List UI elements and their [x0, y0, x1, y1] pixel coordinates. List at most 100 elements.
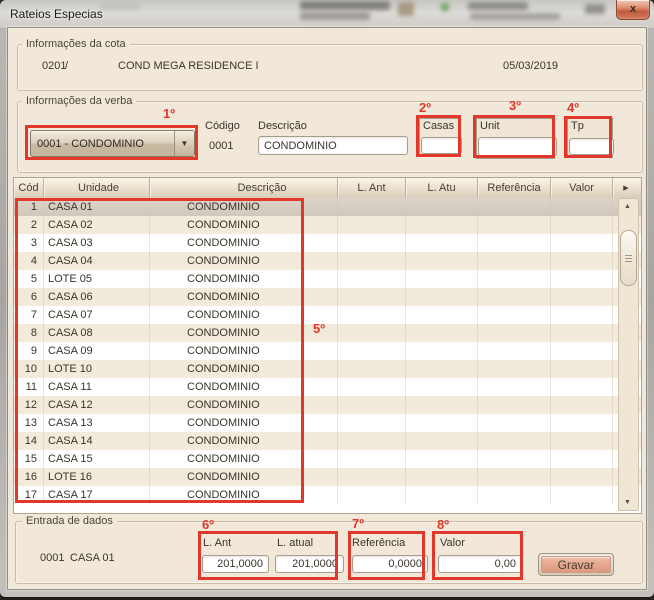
cell-valor: [551, 216, 613, 234]
valor-label: Valor: [440, 537, 465, 549]
cell-l_ant: [338, 306, 406, 324]
gravar-button[interactable]: Gravar: [538, 553, 614, 576]
l-ant-field[interactable]: 201,0000: [202, 555, 269, 573]
table-row[interactable]: 17CASA 17CONDOMINIO: [14, 486, 641, 504]
background-smudge: [398, 2, 414, 16]
chevron-down-icon[interactable]: ▼: [174, 131, 194, 156]
unit-field[interactable]: [478, 137, 557, 156]
cell-valor: [551, 270, 613, 288]
cell-unidade: CASA 09: [44, 342, 150, 360]
cell-l_atu: [406, 198, 478, 216]
cell-cod: 17: [14, 486, 44, 504]
column-header-refer-ncia[interactable]: Referência: [478, 178, 551, 198]
table-row[interactable]: 13CASA 13CONDOMINIO: [14, 414, 641, 432]
referencia-field[interactable]: 0,0000: [352, 555, 428, 573]
descricao-label: Descrição: [258, 120, 307, 132]
cell-descricao: CONDOMINIO: [150, 324, 338, 342]
casas-label: Casas: [420, 119, 459, 133]
table-row[interactable]: 7CASA 07CONDOMINIO: [14, 306, 641, 324]
table-row[interactable]: 1CASA 01CONDOMINIO: [14, 198, 641, 216]
cell-descricao: CONDOMINIO: [150, 216, 338, 234]
cell-unidade: LOTE 05: [44, 270, 150, 288]
cell-l_atu: [406, 486, 478, 504]
cell-cod: 1: [14, 198, 44, 216]
codigo-value: 0001: [209, 140, 233, 152]
cell-unidade: CASA 06: [44, 288, 150, 306]
annotation-label-7: 7º: [352, 516, 364, 531]
cota-separator: /: [65, 60, 68, 72]
cell-l_ant: [338, 252, 406, 270]
column-header-l-atu[interactable]: L. Atu: [406, 178, 478, 198]
table-row[interactable]: 9CASA 09CONDOMINIO: [14, 342, 641, 360]
cell-descricao: CONDOMINIO: [150, 198, 338, 216]
cell-unidade: CASA 14: [44, 432, 150, 450]
group-verba-label: Informações da verba: [22, 95, 136, 107]
cell-unidade: CASA 03: [44, 234, 150, 252]
table-row[interactable]: 4CASA 04CONDOMINIO: [14, 252, 641, 270]
descricao-field[interactable]: CONDOMINIO: [258, 136, 408, 155]
cell-referencia: [478, 468, 551, 486]
scroll-up-icon[interactable]: ▲: [619, 199, 636, 214]
cell-l_atu: [406, 450, 478, 468]
table-row[interactable]: 10LOTE 10CONDOMINIO: [14, 360, 641, 378]
scrollbar-thumb[interactable]: [620, 230, 637, 286]
cell-l_ant: [338, 378, 406, 396]
cell-l_ant: [338, 216, 406, 234]
scroll-down-icon[interactable]: ▼: [619, 495, 636, 510]
casas-field[interactable]: [421, 137, 462, 154]
column-header-c-d[interactable]: Cód: [14, 178, 44, 198]
cell-descricao: CONDOMINIO: [150, 414, 338, 432]
cell-cod: 8: [14, 324, 44, 342]
table-row[interactable]: 2CASA 02CONDOMINIO: [14, 216, 641, 234]
cell-cod: 15: [14, 450, 44, 468]
cell-l_atu: [406, 306, 478, 324]
title-bar[interactable]: Rateios Especias: [0, 0, 654, 28]
cell-unidade: LOTE 10: [44, 360, 150, 378]
verba-dropdown[interactable]: 0001 - CONDOMINIO ▼: [30, 130, 195, 157]
cell-l_atu: [406, 432, 478, 450]
l-atual-field[interactable]: 201,0000: [275, 555, 344, 573]
cell-valor: [551, 306, 613, 324]
column-header-l-ant[interactable]: L. Ant: [338, 178, 406, 198]
cell-unidade: CASA 08: [44, 324, 150, 342]
close-button[interactable]: x: [616, 0, 650, 20]
table-row[interactable]: 5LOTE 05CONDOMINIO: [14, 270, 641, 288]
cell-descricao: CONDOMINIO: [150, 486, 338, 504]
cell-valor: [551, 252, 613, 270]
table-row[interactable]: 11CASA 11CONDOMINIO: [14, 378, 641, 396]
column-header-valor[interactable]: Valor: [551, 178, 613, 198]
cell-valor: [551, 396, 613, 414]
cell-l_atu: [406, 342, 478, 360]
cell-l_ant: [338, 288, 406, 306]
cell-cod: 16: [14, 468, 44, 486]
table-row[interactable]: 14CASA 14CONDOMINIO: [14, 432, 641, 450]
cell-descricao: CONDOMINIO: [150, 270, 338, 288]
vertical-scrollbar[interactable]: ▲ ▼: [618, 198, 639, 511]
nav-right-icon[interactable]: ▶: [613, 178, 639, 198]
table-row[interactable]: 3CASA 03CONDOMINIO: [14, 234, 641, 252]
cell-referencia: [478, 342, 551, 360]
verba-dropdown-value: 0001 - CONDOMINIO: [31, 138, 174, 150]
cell-l_ant: [338, 324, 406, 342]
annotation-label-5: 5º: [313, 321, 325, 336]
table-row[interactable]: 12CASA 12CONDOMINIO: [14, 396, 641, 414]
column-header-descri-o[interactable]: Descrição: [150, 178, 338, 198]
cell-l_ant: [338, 270, 406, 288]
column-header-unidade[interactable]: Unidade: [44, 178, 150, 198]
l-ant-label: L. Ant: [203, 537, 231, 549]
cell-l_atu: [406, 360, 478, 378]
cell-referencia: [478, 198, 551, 216]
close-icon: x: [630, 3, 636, 15]
valor-field[interactable]: 0,00: [438, 555, 522, 573]
tp-field[interactable]: [569, 138, 614, 155]
table-row[interactable]: 15CASA 15CONDOMINIO: [14, 450, 641, 468]
cell-cod: 9: [14, 342, 44, 360]
cell-referencia: [478, 360, 551, 378]
table-row[interactable]: 8CASA 08CONDOMINIO: [14, 324, 641, 342]
cell-referencia: [478, 234, 551, 252]
table-row[interactable]: 6CASA 06CONDOMINIO: [14, 288, 641, 306]
cell-valor: [551, 198, 613, 216]
cell-descricao: CONDOMINIO: [150, 360, 338, 378]
annotation-label-6: 6º: [202, 517, 214, 532]
table-row[interactable]: 16LOTE 16CONDOMINIO: [14, 468, 641, 486]
